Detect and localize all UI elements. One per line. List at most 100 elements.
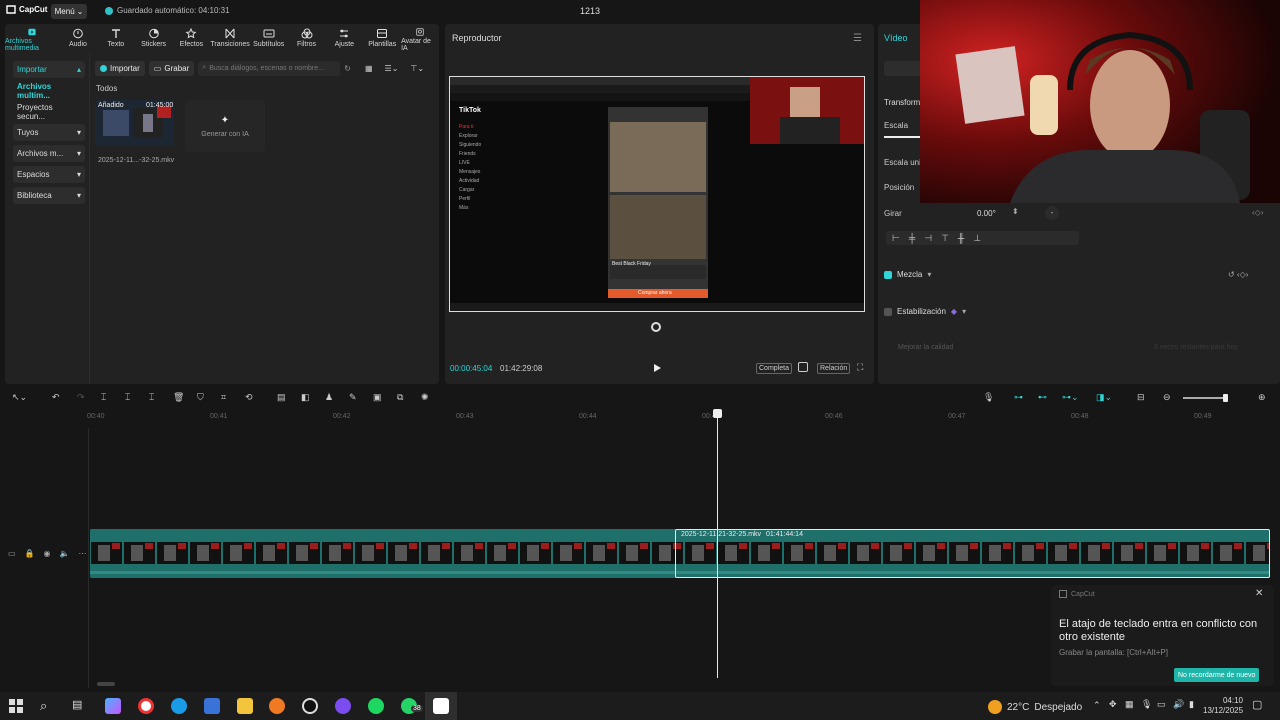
grid-view-icon[interactable]: ▦ bbox=[365, 64, 373, 73]
magnet-icon[interactable]: ⊷ bbox=[1038, 392, 1047, 403]
speaker-icon[interactable]: 🔈 bbox=[60, 549, 70, 558]
play-button[interactable] bbox=[653, 363, 662, 373]
zoom-out-icon[interactable]: ⊖ bbox=[1163, 392, 1171, 403]
search-input[interactable]: ⌕ Busca diálogos, escenas o nombre... bbox=[198, 60, 341, 76]
caption-icon[interactable]: ▤ bbox=[277, 392, 286, 403]
weather-widget[interactable]: 22°C Despejado bbox=[988, 700, 1082, 714]
microphone-tray-icon[interactable]: 🎙 bbox=[1141, 699, 1152, 710]
playhead[interactable] bbox=[717, 410, 718, 678]
full-quality-button[interactable]: Completa bbox=[756, 363, 792, 374]
notifications-icon[interactable]: ▢ bbox=[1252, 698, 1262, 711]
more-icon[interactable]: ⋯ bbox=[78, 549, 86, 558]
reset-icon[interactable]: ↺ ‹◇› bbox=[1228, 270, 1248, 279]
discord-icon[interactable] bbox=[335, 698, 351, 714]
search-icon[interactable]: ⌕ bbox=[40, 698, 56, 714]
keyframe-icon[interactable]: ‹◇› bbox=[1252, 208, 1263, 217]
tool-effects[interactable]: Efectos bbox=[173, 24, 211, 52]
export-frame-icon[interactable]: ⧉ bbox=[397, 392, 403, 403]
stepper-icon[interactable]: ⬍ bbox=[1012, 207, 1019, 216]
rotate-input[interactable]: 0.00° bbox=[977, 209, 996, 218]
align-center-h-icon[interactable]: ╪ bbox=[909, 233, 915, 243]
tool-audio[interactable]: Audio bbox=[59, 24, 97, 52]
auto-reframe-icon[interactable]: ⟲ bbox=[245, 392, 253, 403]
crop-icon[interactable]: ⌗ bbox=[221, 392, 226, 403]
tool-subtitles[interactable]: Subtítulos bbox=[250, 24, 288, 52]
tool-adjust[interactable]: Ajuste bbox=[325, 24, 363, 52]
close-icon[interactable]: ✕ bbox=[1255, 588, 1263, 599]
capcut-taskbar-active[interactable] bbox=[425, 692, 457, 720]
split-icon[interactable]: ⌶ bbox=[101, 392, 106, 403]
zoom-in-icon[interactable]: ⊕ bbox=[1258, 392, 1266, 403]
eye-icon[interactable]: ◉ bbox=[44, 549, 51, 558]
dont-remind-button[interactable]: No recordarme de nuevo bbox=[1174, 668, 1260, 682]
sidebar-item-secondary-projects[interactable]: Proyectos secun... bbox=[13, 103, 85, 121]
menu-button[interactable]: Menú ⌄ bbox=[51, 4, 87, 19]
sidebar-item-media-files[interactable]: Archivos multim... bbox=[13, 82, 85, 100]
link-main-track-icon[interactable]: ⊶ bbox=[1014, 392, 1023, 403]
tool-transitions[interactable]: Transiciones bbox=[210, 24, 250, 52]
filter-icon[interactable]: ⊤⌄ bbox=[410, 64, 424, 73]
shield-icon[interactable]: ⛉ bbox=[197, 392, 204, 403]
chrome-icon[interactable] bbox=[138, 698, 154, 714]
remove-bg-icon[interactable]: ♟ bbox=[325, 392, 333, 403]
network-icon[interactable]: ▭ bbox=[1157, 699, 1166, 710]
chevron-up-icon[interactable]: ⌃ bbox=[1093, 700, 1101, 711]
preview-axis-icon[interactable]: ◨⌄ bbox=[1096, 392, 1112, 403]
aspect-ratio-button[interactable]: Relación bbox=[817, 363, 851, 374]
windows-start-icon[interactable] bbox=[8, 698, 24, 714]
scale-slider[interactable] bbox=[884, 136, 924, 138]
volume-icon[interactable]: 🔊 bbox=[1173, 699, 1184, 710]
task-view-icon[interactable]: ▤ bbox=[72, 698, 88, 714]
tool-ai-avatar[interactable]: Avatar de IA bbox=[401, 24, 439, 52]
delete-icon[interactable]: 🗑 bbox=[173, 392, 184, 403]
horizontal-scrollbar[interactable] bbox=[97, 682, 115, 686]
player-menu-icon[interactable]: ☰ bbox=[853, 33, 862, 44]
fullscreen-icon[interactable]: ⛶ bbox=[857, 362, 863, 373]
rotate-dial[interactable]: - bbox=[1045, 206, 1059, 220]
obs-icon[interactable] bbox=[302, 698, 318, 714]
spotify-icon[interactable] bbox=[368, 698, 384, 714]
tool-stickers[interactable]: Stickers bbox=[135, 24, 173, 52]
microphone-icon[interactable]: 🎙 bbox=[983, 392, 994, 403]
ai-enhance-icon[interactable]: ✺ bbox=[421, 392, 429, 403]
cover-icon[interactable]: ▭ bbox=[8, 549, 16, 558]
tab-video[interactable]: Vídeo bbox=[884, 33, 908, 43]
playhead-handle[interactable] bbox=[713, 409, 722, 418]
split-left-icon[interactable]: ⌶ bbox=[125, 392, 130, 403]
store-icon[interactable] bbox=[204, 698, 220, 714]
align-bottom-icon[interactable]: ⊥ bbox=[973, 233, 981, 244]
lock-icon[interactable]: 🔒 bbox=[25, 549, 35, 558]
zoom-slider-thumb[interactable] bbox=[1223, 394, 1228, 402]
linkage-icon[interactable]: ⊶⌄ bbox=[1062, 392, 1079, 403]
import-button[interactable]: Importar bbox=[95, 60, 145, 76]
clock[interactable]: 04:10 13/12/2025 bbox=[1203, 696, 1243, 716]
focus-icon[interactable] bbox=[798, 362, 808, 372]
copilot-icon[interactable] bbox=[105, 698, 121, 714]
magic-icon[interactable]: ✎ bbox=[349, 392, 357, 403]
tool-templates[interactable]: Plantillas bbox=[363, 24, 401, 52]
sort-icon[interactable]: ☰⌄ bbox=[385, 64, 399, 73]
tray-app-2-icon[interactable]: ▦ bbox=[1125, 699, 1134, 710]
tool-media[interactable]: Archivos multimedia bbox=[5, 24, 59, 52]
align-right-icon[interactable]: ⊣ bbox=[924, 233, 932, 244]
sidebar-item-library[interactable]: Biblioteca ▾ bbox=[13, 187, 85, 204]
timeline-ruler[interactable]: 00:40 00:41 00:42 00:43 00:44 00:45 00:4… bbox=[87, 409, 1280, 421]
edge-icon[interactable] bbox=[171, 698, 187, 714]
split-right-icon[interactable]: ⌶ bbox=[149, 392, 154, 403]
stabilization-section[interactable]: Estabilización ◆ ▾ bbox=[884, 307, 966, 316]
sidebar-item-yours[interactable]: Tuyos ▾ bbox=[13, 124, 85, 141]
align-left-icon[interactable]: ⊢ bbox=[892, 233, 900, 244]
sidebar-item-spaces[interactable]: Espacios ▾ bbox=[13, 166, 85, 183]
generate-ai-button[interactable]: ✦ Generar con IA bbox=[185, 100, 265, 152]
sidebar-item-media-files-2[interactable]: Archivos m... ▾ bbox=[13, 145, 85, 162]
select-tool-icon[interactable]: ↖⌄ bbox=[12, 392, 27, 403]
rotate-handle-icon[interactable] bbox=[651, 322, 661, 332]
align-top-icon[interactable]: ⊤ bbox=[941, 233, 949, 244]
blend-section[interactable]: Mezcla ▾ bbox=[884, 270, 931, 279]
redo-icon[interactable]: ↷ bbox=[77, 392, 85, 403]
video-preview[interactable]: TikTok Para ti Explorar Siguiendo Friend… bbox=[449, 76, 865, 312]
record-button[interactable]: ▭ Grabar bbox=[148, 60, 195, 76]
zoom-slider[interactable] bbox=[1183, 397, 1227, 399]
tool-text[interactable]: Texto bbox=[97, 24, 135, 52]
caption-track-icon[interactable]: ⊟ bbox=[1137, 392, 1145, 403]
